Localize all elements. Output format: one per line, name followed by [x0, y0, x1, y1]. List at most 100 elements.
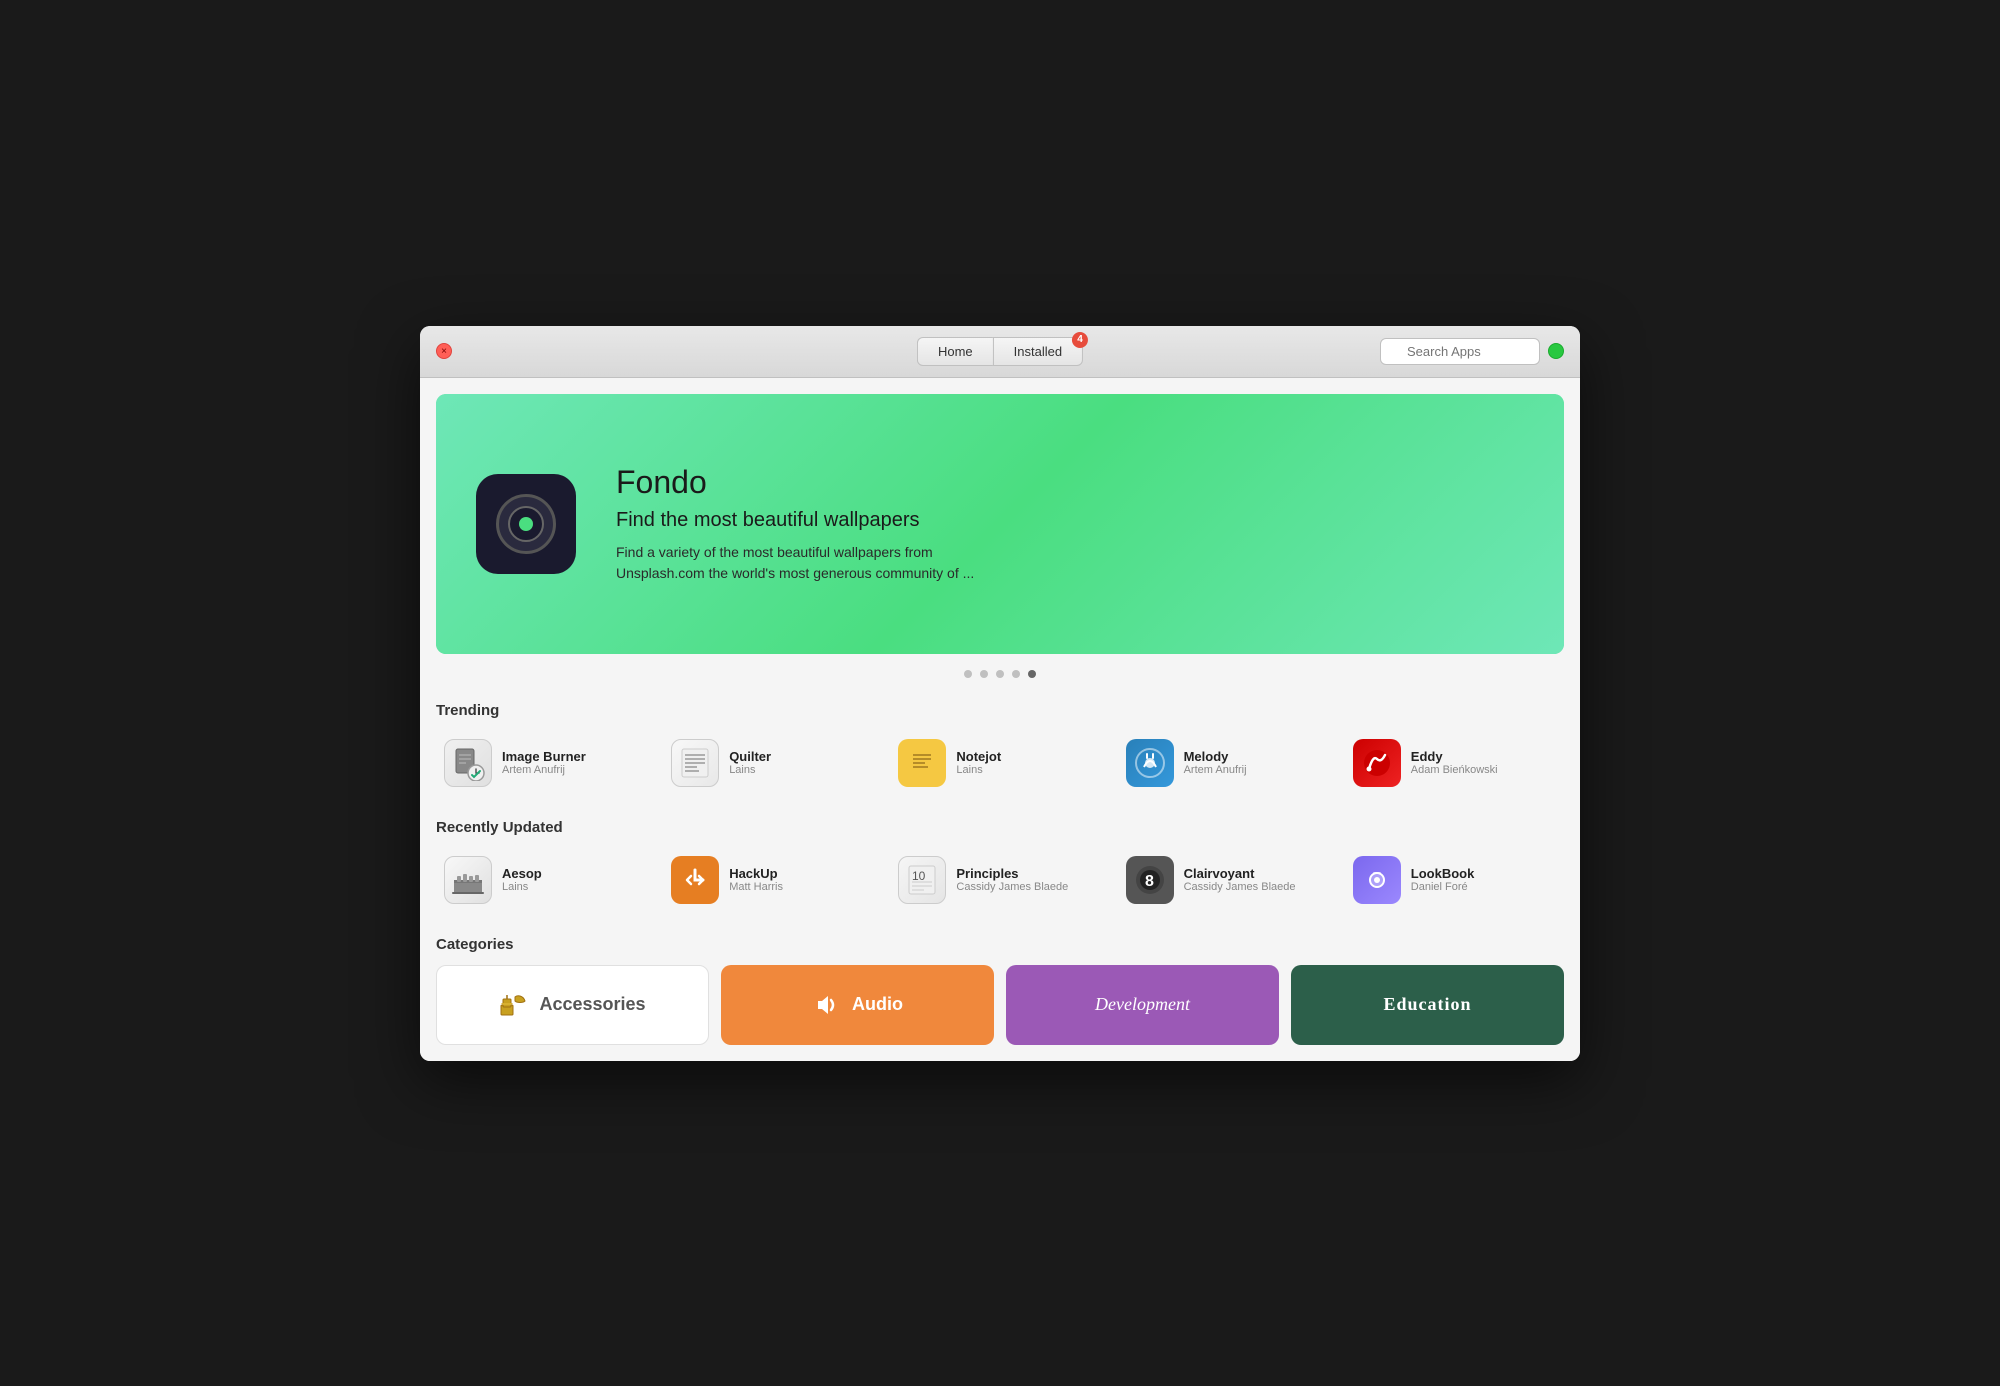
app-item-lookbook[interactable]: LookBook Daniel Foré: [1345, 848, 1564, 912]
quilter-icon: [671, 739, 719, 787]
carousel-dot-3[interactable]: [996, 670, 1004, 678]
notejot-icon: [898, 739, 946, 787]
aesop-name: Aesop: [502, 866, 542, 881]
fondo-icon: [476, 474, 576, 574]
search-wrapper: 🔍: [1380, 338, 1540, 365]
notejot-name: Notejot: [956, 749, 1001, 764]
hero-text: Fondo Find the most beautiful wallpapers…: [616, 464, 1016, 584]
hackup-icon: [671, 856, 719, 904]
aesop-icon: [444, 856, 492, 904]
lookbook-author: Daniel Foré: [1411, 881, 1475, 893]
audio-icon: [812, 991, 840, 1019]
education-label: Education: [1383, 994, 1471, 1015]
fullscreen-button[interactable]: [1548, 343, 1564, 359]
quilter-info: Quilter Lains: [729, 749, 771, 776]
accessories-label: Accessories: [539, 994, 645, 1015]
image-burner-info: Image Burner Artem Anufrij: [502, 749, 586, 776]
app-item-quilter[interactable]: Quilter Lains: [663, 731, 882, 795]
category-audio[interactable]: Audio: [721, 965, 994, 1045]
hackup-author: Matt Harris: [729, 881, 783, 893]
lookbook-icon: [1353, 856, 1401, 904]
categories-grid: Accessories Audio Development Education: [420, 965, 1580, 1061]
category-development[interactable]: Development: [1006, 965, 1279, 1045]
app-item-aesop[interactable]: Aesop Lains: [436, 848, 655, 912]
aesop-info: Aesop Lains: [502, 866, 542, 893]
eddy-author: Adam Bieńkowski: [1411, 764, 1498, 776]
eddy-name: Eddy: [1411, 749, 1498, 764]
melody-icon: [1126, 739, 1174, 787]
app-item-melody[interactable]: Melody Artem Anufrij: [1118, 731, 1337, 795]
melody-name: Melody: [1184, 749, 1247, 764]
aesop-author: Lains: [502, 881, 542, 893]
clairvoyant-info: Clairvoyant Cassidy James Blaede: [1184, 866, 1296, 893]
app-item-clairvoyant[interactable]: 8 Clairvoyant Cassidy James Blaede: [1118, 848, 1337, 912]
nav-buttons: Home Installed 4: [917, 337, 1083, 366]
titlebar-right: 🔍: [1380, 338, 1564, 365]
fondo-icon-inner: [496, 494, 556, 554]
category-accessories[interactable]: Accessories: [436, 965, 709, 1045]
audio-label: Audio: [852, 994, 903, 1015]
principles-author: Cassidy James Blaede: [956, 881, 1068, 893]
notejot-info: Notejot Lains: [956, 749, 1001, 776]
image-burner-icon: [444, 739, 492, 787]
recently-updated-section: Recently Updated: [420, 811, 1580, 928]
hero-banner[interactable]: Fondo Find the most beautiful wallpapers…: [436, 394, 1564, 654]
quilter-name: Quilter: [729, 749, 771, 764]
eddy-icon: [1353, 739, 1401, 787]
close-button[interactable]: ×: [436, 343, 452, 359]
melody-info: Melody Artem Anufrij: [1184, 749, 1247, 776]
development-label: Development: [1095, 994, 1190, 1015]
recently-updated-title: Recently Updated: [436, 819, 1564, 836]
category-education[interactable]: Education: [1291, 965, 1564, 1045]
titlebar-left: ×: [436, 343, 452, 359]
lookbook-info: LookBook Daniel Foré: [1411, 866, 1475, 893]
accessories-icon: [499, 991, 527, 1019]
search-input[interactable]: [1380, 338, 1540, 365]
installed-tab[interactable]: Installed 4: [993, 337, 1083, 366]
svg-text:8: 8: [1145, 873, 1154, 890]
image-burner-author: Artem Anufrij: [502, 764, 586, 776]
clairvoyant-icon: 8: [1126, 856, 1174, 904]
image-burner-name: Image Burner: [502, 749, 586, 764]
app-item-image-burner[interactable]: Image Burner Artem Anufrij: [436, 731, 655, 795]
carousel-dot-1[interactable]: [964, 670, 972, 678]
principles-info: Principles Cassidy James Blaede: [956, 866, 1068, 893]
main-content: Fondo Find the most beautiful wallpapers…: [420, 378, 1580, 1061]
app-item-hackup[interactable]: HackUp Matt Harris: [663, 848, 882, 912]
home-tab[interactable]: Home: [917, 337, 993, 366]
titlebar: × Home Installed 4 🔍: [420, 326, 1580, 378]
hackup-name: HackUp: [729, 866, 783, 881]
installed-badge: 4: [1072, 332, 1088, 348]
trending-title: Trending: [436, 702, 1564, 719]
fondo-icon-dot-outer: [508, 506, 544, 542]
carousel-dot-4[interactable]: [1012, 670, 1020, 678]
melody-author: Artem Anufrij: [1184, 764, 1247, 776]
principles-icon: 10: [898, 856, 946, 904]
app-item-notejot[interactable]: Notejot Lains: [890, 731, 1109, 795]
categories-title: Categories: [436, 936, 1564, 953]
eddy-info: Eddy Adam Bieńkowski: [1411, 749, 1498, 776]
carousel-dot-2[interactable]: [980, 670, 988, 678]
hero-app-name: Fondo: [616, 464, 1016, 501]
principles-name: Principles: [956, 866, 1068, 881]
clairvoyant-author: Cassidy James Blaede: [1184, 881, 1296, 893]
hero-content: Fondo Find the most beautiful wallpapers…: [476, 464, 1016, 584]
quilter-author: Lains: [729, 764, 771, 776]
trending-section: Trending: [420, 694, 1580, 811]
installed-label: Installed: [1014, 344, 1062, 359]
notejot-author: Lains: [956, 764, 1001, 776]
recently-updated-apps-grid: Aesop Lains HackUp: [436, 848, 1564, 912]
carousel-dot-5[interactable]: [1028, 670, 1036, 678]
app-window: × Home Installed 4 🔍: [420, 326, 1580, 1061]
hero-tagline: Find the most beautiful wallpapers: [616, 509, 1016, 532]
carousel-dots: [420, 670, 1580, 678]
hackup-info: HackUp Matt Harris: [729, 866, 783, 893]
svg-text:10: 10: [912, 869, 926, 883]
fondo-icon-dot-inner: [519, 517, 533, 531]
hero-description: Find a variety of the most beautiful wal…: [616, 542, 1016, 584]
trending-apps-grid: Image Burner Artem Anufrij: [436, 731, 1564, 795]
clairvoyant-name: Clairvoyant: [1184, 866, 1296, 881]
lookbook-name: LookBook: [1411, 866, 1475, 881]
app-item-eddy[interactable]: Eddy Adam Bieńkowski: [1345, 731, 1564, 795]
app-item-principles[interactable]: 10 Principles Cassidy James Blaede: [890, 848, 1109, 912]
